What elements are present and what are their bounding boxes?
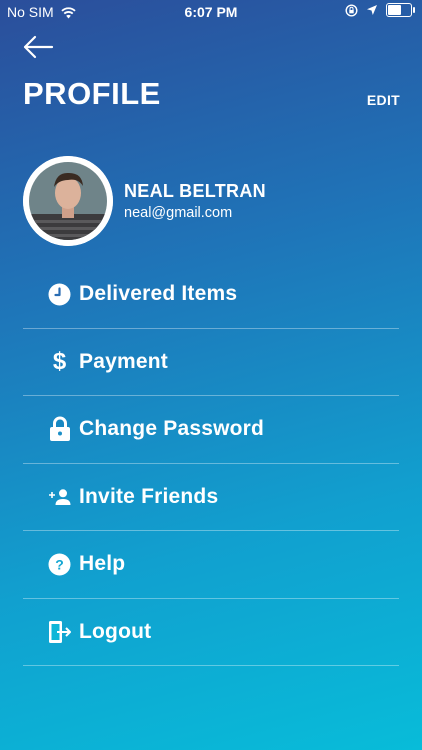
menu-item-label: Help <box>79 552 126 576</box>
menu-item-change-password[interactable]: Change Password <box>23 396 399 464</box>
menu-item-label: Change Password <box>79 417 265 441</box>
menu-item-label: Payment <box>79 349 168 373</box>
profile-name: NEAL BELTRAN <box>124 181 266 201</box>
menu-item-label: Invite Friends <box>79 484 219 508</box>
lock-icon <box>43 416 76 442</box>
menu-item-label: Delivered Items <box>79 282 238 306</box>
location-arrow-icon <box>367 5 377 15</box>
menu-item-invite-friends[interactable]: Invite Friends <box>23 464 399 531</box>
rotation-lock-icon <box>345 3 358 17</box>
menu-item-label: Logout <box>79 619 152 643</box>
svg-text:?: ? <box>55 556 64 572</box>
menu-item-payment[interactable]: $ Payment <box>23 329 399 396</box>
back-arrow-icon[interactable] <box>22 34 54 60</box>
edit-button[interactable]: EDIT <box>367 92 400 108</box>
battery-icon <box>386 3 415 17</box>
menu-item-logout[interactable]: Logout <box>23 599 399 666</box>
avatar-photo <box>23 156 113 246</box>
clock-icon <box>43 281 76 307</box>
help-icon: ? <box>43 551 76 577</box>
logout-icon <box>43 619 76 645</box>
menu-item-delivered-items[interactable]: Delivered Items <box>23 261 399 329</box>
status-bar: No SIM 6:07 PM <box>0 0 422 24</box>
status-right <box>345 3 415 17</box>
menu-item-help[interactable]: ? Help <box>23 531 399 599</box>
add-person-icon <box>43 484 76 510</box>
avatar <box>23 156 113 246</box>
page-title: PROFILE <box>23 76 161 111</box>
profile-menu: Delivered Items $ Payment Change Passwor… <box>23 261 399 666</box>
profile-email: neal@gmail.com <box>124 205 233 221</box>
dollar-icon: $ <box>52 347 67 375</box>
